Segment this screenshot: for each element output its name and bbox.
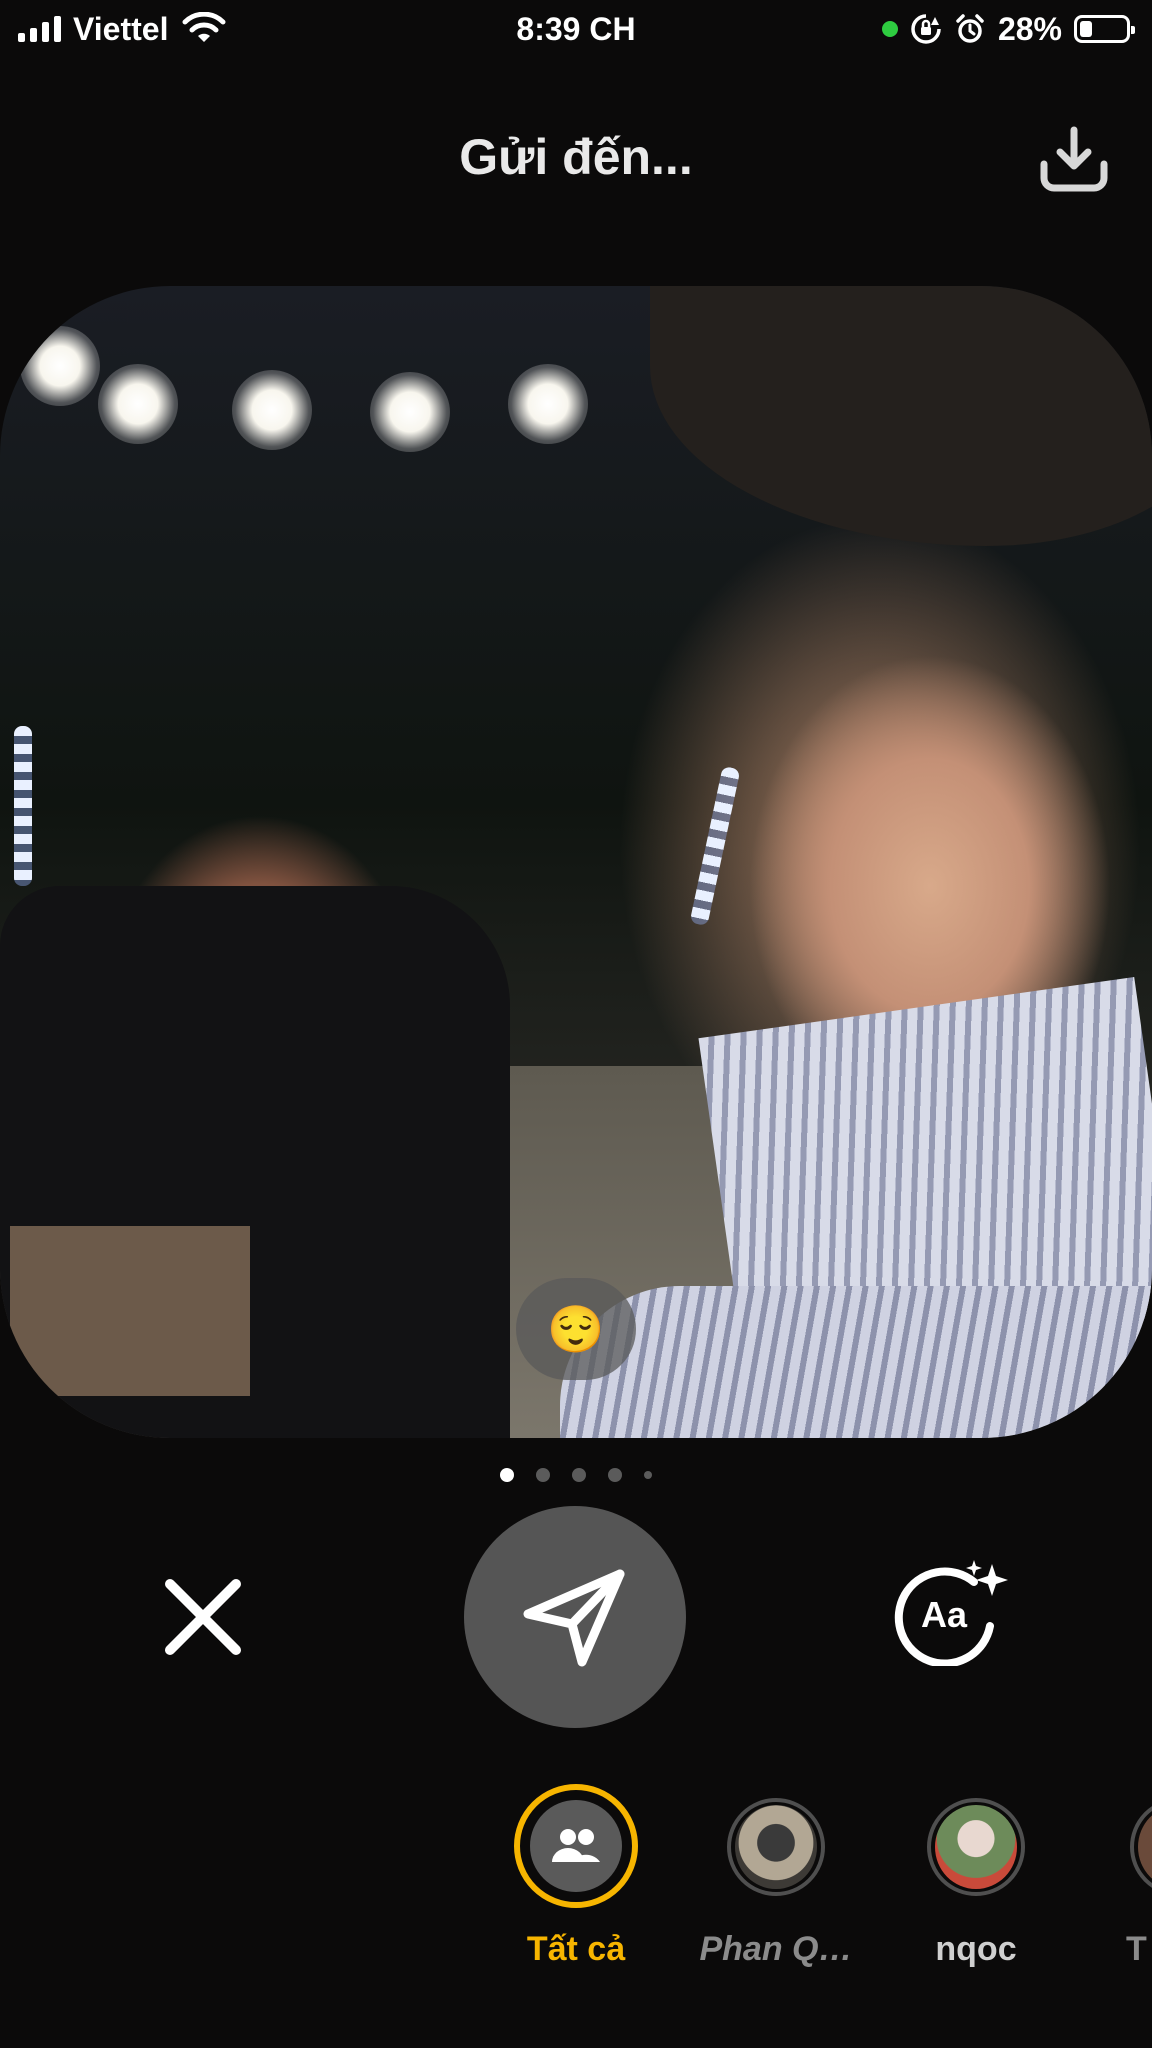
close-icon[interactable] — [160, 1574, 246, 1660]
battery-level — [1080, 21, 1093, 37]
recipient-name: Phan Q… — [699, 1930, 853, 1968]
reaction-emoji-button[interactable]: 😌 — [516, 1278, 636, 1380]
recipient-list: Tất cả Phan Q… nqoc T — [0, 1784, 1152, 1984]
page-title: Gửi đến... — [459, 129, 693, 185]
camera-in-use-dot — [881, 21, 898, 37]
captured-photo — [0, 286, 1152, 1438]
recipient-item[interactable]: Phan Q… — [666, 1784, 886, 1969]
light-bulb — [98, 364, 178, 444]
group-icon — [552, 1829, 600, 1862]
recipient-name: Tất cả — [526, 1930, 626, 1968]
page-dot — [572, 1468, 586, 1482]
send-button[interactable] — [464, 1506, 686, 1728]
page-dot — [500, 1468, 514, 1482]
send-icon — [523, 1569, 625, 1667]
recipient-name: nqoc — [935, 1930, 1017, 1968]
shirt-striped-lower — [560, 1286, 1152, 1438]
avatar — [935, 1805, 1017, 1889]
caption-glyph: Aa — [921, 1594, 968, 1635]
recipient-avatar-ring — [727, 1798, 825, 1896]
light-bulb — [232, 370, 312, 450]
avatar — [735, 1805, 817, 1889]
caption-text-icon[interactable]: Aa — [886, 1556, 1012, 1666]
download-icon[interactable] — [1036, 124, 1112, 194]
page-dot — [536, 1468, 550, 1482]
light-bulb — [370, 372, 450, 452]
battery-icon — [1074, 15, 1135, 43]
recipient-name: T — [1126, 1930, 1147, 1968]
recipient-item[interactable]: T — [1070, 1784, 1152, 1969]
recipient-item[interactable]: nqoc — [866, 1784, 1086, 1969]
group-avatar — [530, 1800, 622, 1892]
string-light — [689, 765, 741, 927]
battery-percent: 28% — [997, 10, 1062, 47]
recipient-all[interactable]: Tất cả — [466, 1784, 686, 1969]
hair — [650, 286, 1152, 546]
page-dot — [644, 1471, 652, 1479]
light-bulb — [508, 364, 588, 444]
recipient-all-ring — [514, 1784, 638, 1908]
page-dot — [608, 1468, 622, 1482]
status-bar: Viettel 8:39 CH 28% — [0, 0, 1152, 58]
status-right: 28% — [881, 8, 1135, 50]
recipient-avatar-ring — [1130, 1798, 1152, 1896]
avatar — [1138, 1805, 1152, 1889]
orientation-lock-icon — [911, 14, 941, 44]
string-light — [14, 726, 32, 886]
page-indicator — [0, 1468, 1152, 1482]
light-bulb — [20, 326, 100, 406]
recipient-avatar-ring — [927, 1798, 1025, 1896]
shirt-print — [10, 1226, 250, 1396]
reaction-emoji: 😌 — [547, 1302, 605, 1355]
alarm-icon — [956, 14, 984, 43]
